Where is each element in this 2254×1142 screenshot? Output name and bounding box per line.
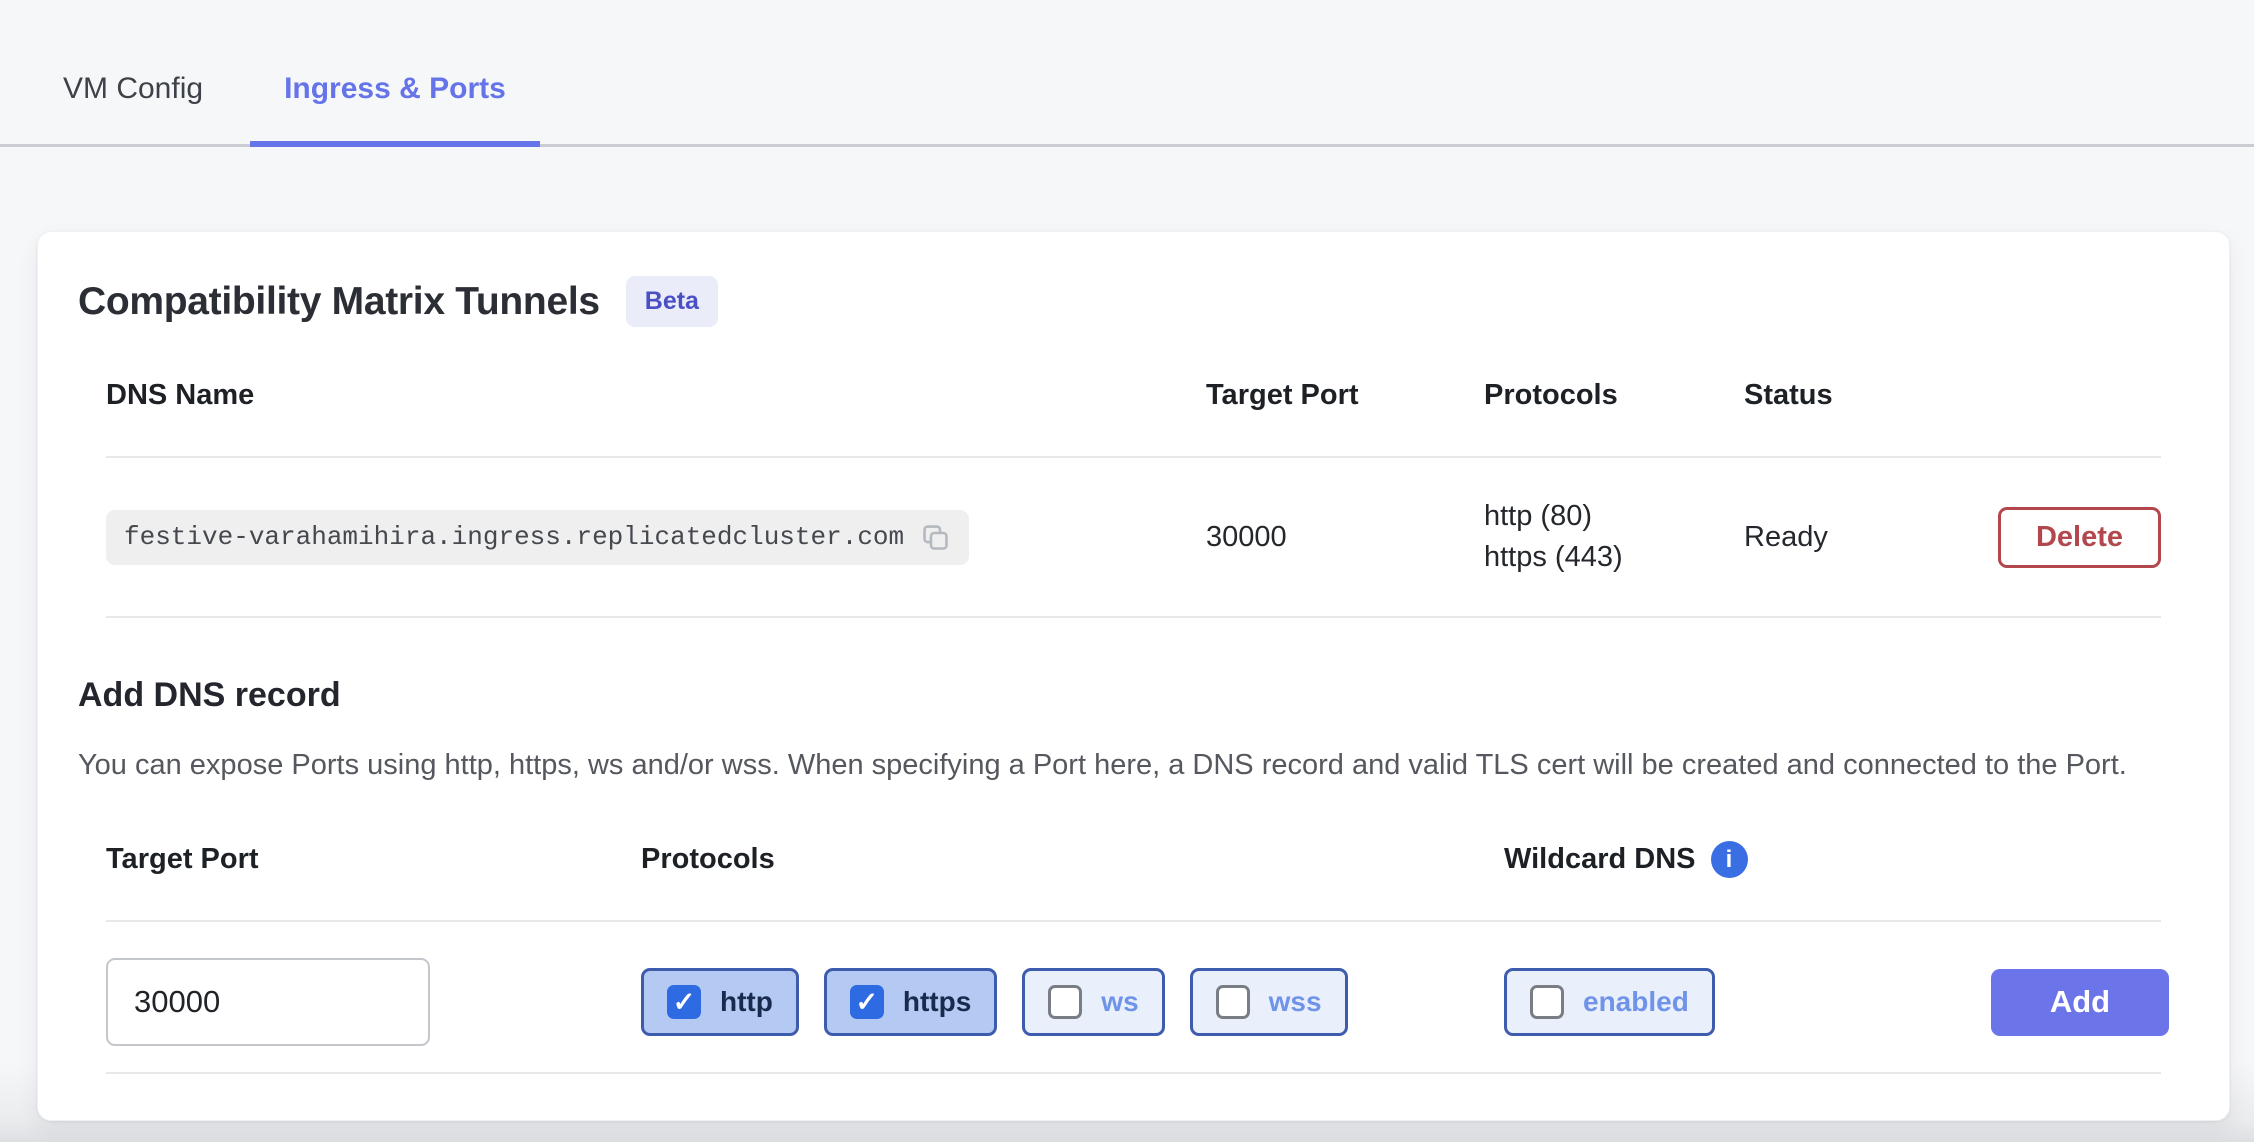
checkbox-http[interactable]: http — [641, 968, 799, 1036]
checkbox-ws-box — [1048, 985, 1082, 1019]
col-header-status: Status — [1744, 379, 1994, 412]
add-dns-record-heading: Add DNS record — [78, 676, 2189, 715]
checkbox-wildcard-enabled[interactable]: enabled — [1504, 968, 1715, 1036]
tunnels-table: DNS Name Target Port Protocols Status fe… — [78, 363, 2189, 618]
form-label-wildcard-dns: Wildcard DNS i — [1504, 841, 1991, 878]
tab-vm-config[interactable]: VM Config — [63, 72, 203, 144]
tab-ingress-ports[interactable]: Ingress & Ports — [250, 72, 540, 147]
checkbox-wss[interactable]: wss — [1190, 968, 1348, 1036]
col-header-protocols: Protocols — [1484, 379, 1744, 412]
actions-cell: Delete — [1994, 507, 2161, 568]
dns-name-value: festive-varahamihira.ingress.replicatedc… — [124, 522, 904, 552]
checkbox-https-box — [850, 985, 884, 1019]
checkbox-wildcard-box — [1530, 985, 1564, 1019]
target-port-cell: 30000 — [1206, 521, 1484, 554]
beta-badge: Beta — [626, 276, 718, 327]
add-dns-form-header: Target Port Protocols Wildcard DNS i — [106, 827, 2161, 922]
target-port-input[interactable] — [106, 958, 430, 1046]
checkbox-https-label: https — [903, 986, 971, 1018]
protocol-checkbox-group: http https ws wss — [641, 968, 1504, 1036]
protocol-line-https: https (443) — [1484, 537, 1744, 578]
checkbox-http-label: http — [720, 986, 773, 1018]
compatibility-matrix-tunnels-card: Compatibility Matrix Tunnels Beta DNS Na… — [37, 231, 2230, 1121]
form-bottom-divider — [106, 1072, 2161, 1074]
checkbox-wss-label: wss — [1269, 986, 1322, 1018]
tab-bar: VM Config Ingress & Ports — [0, 0, 2254, 147]
tunnels-table-header: DNS Name Target Port Protocols Status — [106, 363, 2161, 458]
wildcard-dns-label-text: Wildcard DNS — [1504, 843, 1696, 876]
wildcard-field-wrap: enabled — [1504, 968, 1991, 1036]
protocol-line-http: http (80) — [1484, 496, 1744, 537]
delete-button[interactable]: Delete — [1998, 507, 2161, 568]
copy-icon[interactable] — [920, 522, 951, 553]
checkbox-https[interactable]: https — [824, 968, 997, 1036]
checkbox-wss-box — [1216, 985, 1250, 1019]
dns-name-pill: festive-varahamihira.ingress.replicatedc… — [106, 510, 969, 565]
dns-name-cell: festive-varahamihira.ingress.replicatedc… — [106, 510, 1206, 565]
table-row: festive-varahamihira.ingress.replicatedc… — [106, 458, 2161, 618]
checkbox-ws[interactable]: ws — [1022, 968, 1164, 1036]
target-port-field-wrap — [106, 958, 641, 1046]
col-header-target-port: Target Port — [1206, 379, 1484, 412]
checkbox-ws-label: ws — [1101, 986, 1138, 1018]
card-title-row: Compatibility Matrix Tunnels Beta — [78, 276, 2189, 327]
form-label-protocols: Protocols — [641, 843, 1504, 876]
add-button[interactable]: Add — [1991, 969, 2169, 1036]
info-icon[interactable]: i — [1711, 841, 1748, 878]
add-dns-form: Target Port Protocols Wildcard DNS i htt… — [78, 827, 2189, 1074]
status-cell: Ready — [1744, 521, 1994, 554]
protocols-cell: http (80) https (443) — [1484, 496, 1744, 578]
form-label-target-port: Target Port — [106, 843, 641, 876]
add-dns-record-description: You can expose Ports using http, https, … — [78, 745, 2153, 785]
page-title: Compatibility Matrix Tunnels — [78, 280, 600, 324]
add-dns-form-row: http https ws wss enabled — [106, 958, 2161, 1046]
col-header-dns-name: DNS Name — [106, 379, 1206, 412]
checkbox-http-box — [667, 985, 701, 1019]
checkbox-wildcard-label: enabled — [1583, 986, 1689, 1018]
